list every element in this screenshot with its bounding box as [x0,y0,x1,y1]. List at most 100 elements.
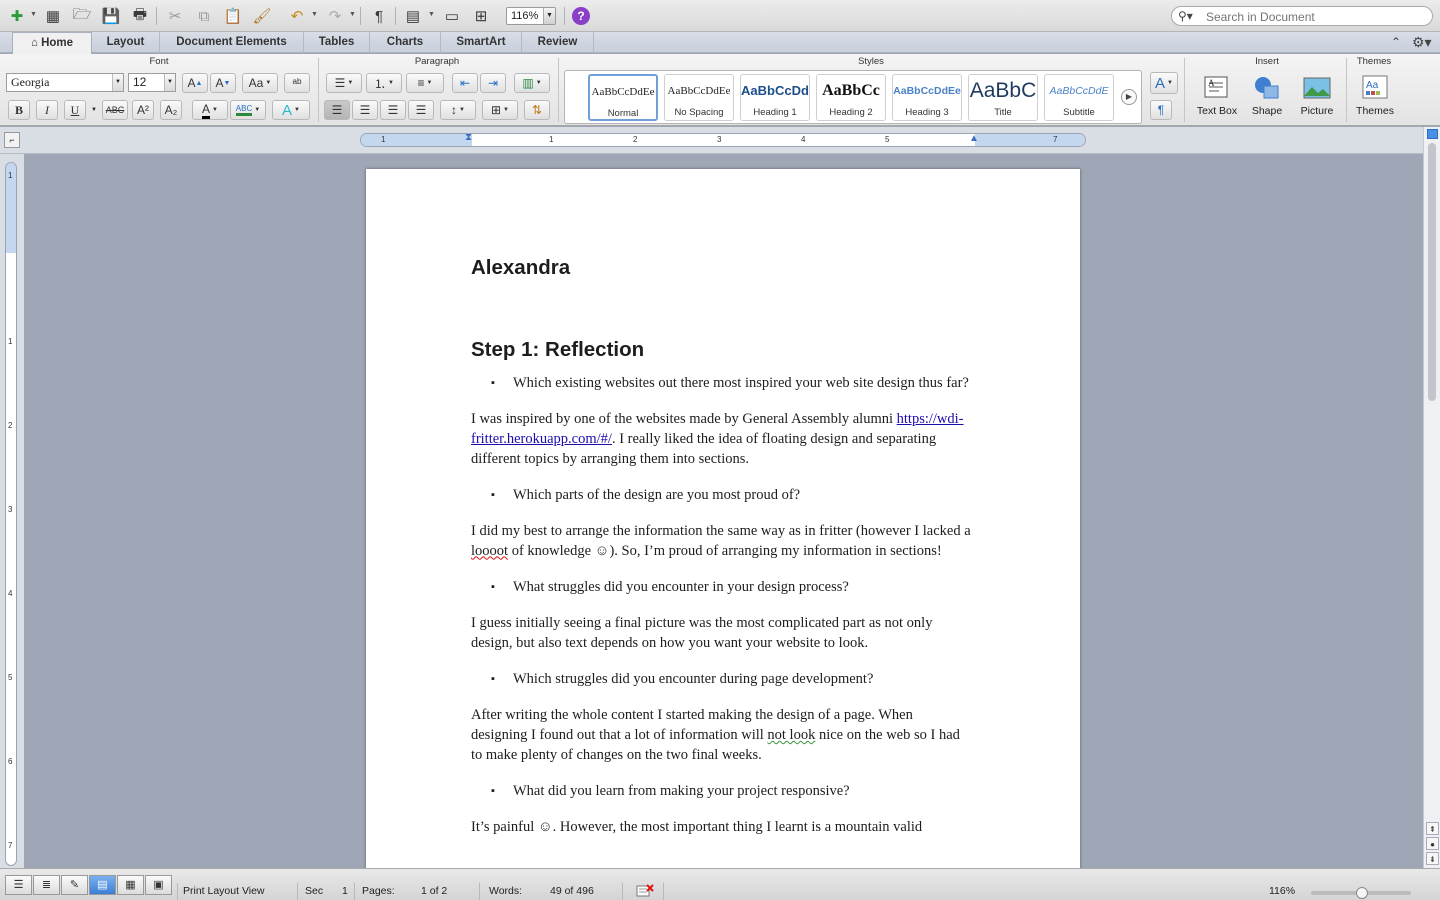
zoom-slider-handle[interactable] [1356,887,1368,899]
question-list-item[interactable]: ▪ Which struggles did you encounter duri… [471,670,971,690]
chevron-down-icon[interactable]: ▼ [91,107,97,113]
style-no-spacing[interactable]: AaBbCcDdEe No Spacing [664,74,734,121]
search-input[interactable] [1206,9,1426,24]
pages-label[interactable]: Pages: [362,885,395,897]
style-heading-3[interactable]: AaBbCcDdEe Heading 3 [892,74,962,121]
tab-review[interactable]: Review [522,32,594,53]
bullets-icon[interactable]: ☰ ▼ [326,73,362,93]
increase-indent-icon[interactable]: ⇥ [480,73,506,93]
styles-pane-icon[interactable]: A ▼ [1150,72,1178,94]
shape-button[interactable]: Shape [1242,72,1292,124]
view-layout-icon[interactable]: ⊞ [470,5,492,27]
font-name-select[interactable]: Georgia ▼ [6,73,124,92]
search-field[interactable]: ⚲▾ [1171,6,1433,26]
align-center-icon[interactable]: ☰ [352,100,378,120]
first-line-indent-marker[interactable]: ⧗ [465,132,472,143]
chevron-down-icon[interactable]: ▼ [543,8,555,24]
style-heading-1[interactable]: AaBbCcDd Heading 1 [740,74,810,121]
question-list-item[interactable]: ▪ What struggles did you encounter in yo… [471,578,971,598]
clear-formatting-icon[interactable]: ᵃᵇ [284,73,310,93]
text-box-button[interactable]: A Text Box [1192,72,1242,124]
pages-value[interactable]: 1 of 2 [421,885,447,897]
zoom-select[interactable]: 116% ▼ [506,7,556,25]
style-title[interactable]: AaBbC Title [968,74,1038,121]
previous-page-icon[interactable]: ⇞ [1426,822,1439,835]
manage-styles-icon[interactable]: ¶ [1150,100,1172,120]
tab-home[interactable]: ⌂ Home [12,32,92,54]
section-heading[interactable]: Step 1: Reflection [471,337,971,363]
help-button[interactable]: ? [572,7,590,25]
proofing-error-icon[interactable] [636,884,654,898]
answer-paragraph[interactable]: It’s painful ☺. However, the most import… [471,818,971,838]
right-indent-marker[interactable]: ▲ [969,133,979,144]
format-painter-icon[interactable]: 🖌 [251,5,273,27]
grammar-error-phrase[interactable]: not look [767,727,815,743]
notebook-view-icon[interactable]: ▦ [117,875,144,895]
subscript-button[interactable]: A₂ [160,100,182,120]
tab-smartart[interactable]: SmartArt [441,32,522,53]
undo-icon[interactable]: ↶ [286,5,308,27]
redo-icon[interactable]: ↷ [324,5,346,27]
tab-charts[interactable]: Charts [370,32,441,53]
spelling-error-word[interactable]: loooot [471,543,508,559]
collapse-ribbon-icon[interactable]: ⌃ [1391,35,1401,49]
justify-icon[interactable]: ☰ [408,100,434,120]
font-size-select[interactable]: 12 ▼ [128,73,176,92]
change-case-button[interactable]: Aa ▼ [242,73,278,93]
publishing-view-icon[interactable]: ✎ [61,875,88,895]
new-document-icon[interactable]: ✚ [6,5,28,27]
chevron-down-icon[interactable]: ▼ [428,11,435,18]
pilcrow-icon[interactable]: ¶ [368,5,390,27]
print-icon[interactable]: 🖶 [129,5,151,27]
picture-button[interactable]: Picture [1292,72,1342,124]
text-effects-button[interactable]: A ▼ [272,100,310,120]
line-spacing-icon[interactable]: ↕ ▼ [440,100,476,120]
style-heading-2[interactable]: AaBbCc Heading 2 [816,74,886,121]
print-layout-view-icon[interactable]: ▤ [89,875,116,895]
chevron-down-icon[interactable]: ▼ [311,11,318,18]
chevron-down-icon[interactable]: ▼ [164,74,175,91]
multilevel-list-icon[interactable]: ≡ ▼ [406,73,444,93]
answer-paragraph[interactable]: After writing the whole content I starte… [471,706,971,765]
question-list-item[interactable]: ▪ What did you learn from making your pr… [471,782,971,802]
vertical-scrollbar[interactable]: ⇞ ● ⇟ [1423,127,1440,868]
grow-font-button[interactable]: A ▲ [182,73,208,93]
question-list-item[interactable]: ▪ Which existing websites out there most… [471,374,971,394]
columns-icon[interactable]: ▥ ▼ [514,73,550,93]
cut-icon[interactable]: ✂ [164,5,186,27]
style-subtitle[interactable]: AaBbCcDdE Subtitle [1044,74,1114,121]
words-value[interactable]: 49 of 496 [550,885,594,897]
tab-stop-selector[interactable]: ⌐ [4,132,20,148]
answer-paragraph[interactable]: I was inspired by one of the websites ma… [471,410,971,469]
template-gallery-icon[interactable]: ▦ [42,5,64,27]
document-canvas[interactable]: Alexandra Step 1: Reflection ▪ Which exi… [24,154,1423,868]
superscript-button[interactable]: A² [132,100,154,120]
tab-tables[interactable]: Tables [304,32,370,53]
document-title[interactable]: Alexandra [471,255,971,281]
media-browser-icon[interactable]: ▭ [441,5,463,27]
underline-button[interactable]: U [64,100,86,120]
italic-button[interactable]: I [36,100,58,120]
outline-view-icon[interactable]: ≣ [33,875,60,895]
next-page-icon[interactable]: ⇟ [1426,852,1439,865]
document-page[interactable]: Alexandra Step 1: Reflection ▪ Which exi… [366,169,1080,868]
borders-icon[interactable]: ⊞ ▼ [482,100,518,120]
draft-view-icon[interactable]: ☰ [5,875,32,895]
focus-view-icon[interactable]: ▣ [145,875,172,895]
paste-icon[interactable]: 📋 [222,5,244,27]
bold-button[interactable]: B [8,100,30,120]
align-right-icon[interactable]: ☰ [380,100,406,120]
tab-document-elements[interactable]: Document Elements [160,32,304,53]
gallery-next-icon[interactable]: ▶ [1121,89,1137,105]
document-body[interactable]: Alexandra Step 1: Reflection ▪ Which exi… [471,255,971,854]
chevron-down-icon[interactable]: ▼ [112,74,123,91]
sidebar-icon[interactable]: ▤ [402,5,424,27]
chevron-down-icon[interactable]: ▼ [349,11,356,18]
split-box[interactable] [1427,129,1438,139]
vertical-ruler[interactable]: 1 1 2 3 4 5 6 7 [5,162,17,866]
scrollbar-thumb[interactable] [1428,143,1436,401]
decrease-indent-icon[interactable]: ⇤ [452,73,478,93]
sort-icon[interactable]: ⇅ [524,100,550,120]
copy-icon[interactable]: ⧉ [193,5,215,27]
tab-layout[interactable]: Layout [92,32,160,53]
